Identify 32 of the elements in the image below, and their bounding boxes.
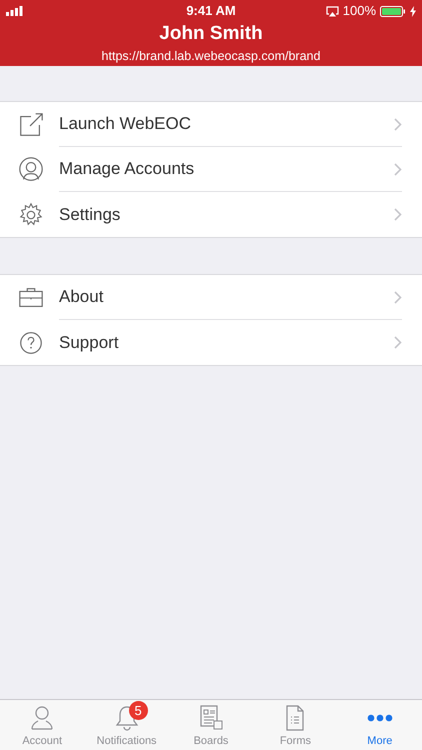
menu-label: Support bbox=[59, 332, 119, 354]
battery-icon bbox=[380, 6, 406, 16]
menu-item[interactable]: Support bbox=[0, 320, 422, 365]
menu-item[interactable]: Manage Accounts bbox=[0, 147, 422, 192]
menu-item[interactable]: Settings bbox=[0, 192, 422, 237]
chevron-icon bbox=[394, 162, 402, 176]
menu-item[interactable]: Launch WebEOC bbox=[0, 102, 422, 147]
signal-icon bbox=[6, 6, 24, 16]
user-icon bbox=[31, 705, 54, 731]
menu-item[interactable]: About bbox=[0, 275, 422, 320]
menu-label: Launch WebEOC bbox=[59, 113, 191, 136]
tab[interactable]: More bbox=[338, 700, 422, 750]
tab[interactable]: 5 Notifications bbox=[84, 700, 169, 750]
chevron-icon bbox=[394, 208, 402, 221]
notification-badge: 5 bbox=[128, 701, 148, 720]
status-time: 9:41 AM bbox=[186, 2, 236, 20]
user-circle-icon bbox=[17, 156, 45, 184]
boards-icon bbox=[199, 705, 224, 731]
header-title: John Smith bbox=[158, 22, 264, 46]
chevron-icon bbox=[394, 290, 402, 304]
airplay-icon bbox=[326, 6, 339, 16]
more-icon bbox=[366, 714, 393, 722]
menu-label: Settings bbox=[59, 204, 120, 226]
document-icon bbox=[285, 705, 306, 731]
external-link-icon bbox=[17, 110, 45, 138]
menu-label: Manage Accounts bbox=[59, 158, 194, 180]
battery-percent: 100% bbox=[342, 2, 376, 20]
chevron-icon bbox=[394, 118, 402, 130]
charging-icon bbox=[410, 6, 416, 16]
menu-label: About bbox=[59, 286, 104, 308]
header-url: https://brand.lab.webeocasp.com/brand bbox=[100, 48, 322, 65]
chevron-icon bbox=[394, 336, 402, 349]
